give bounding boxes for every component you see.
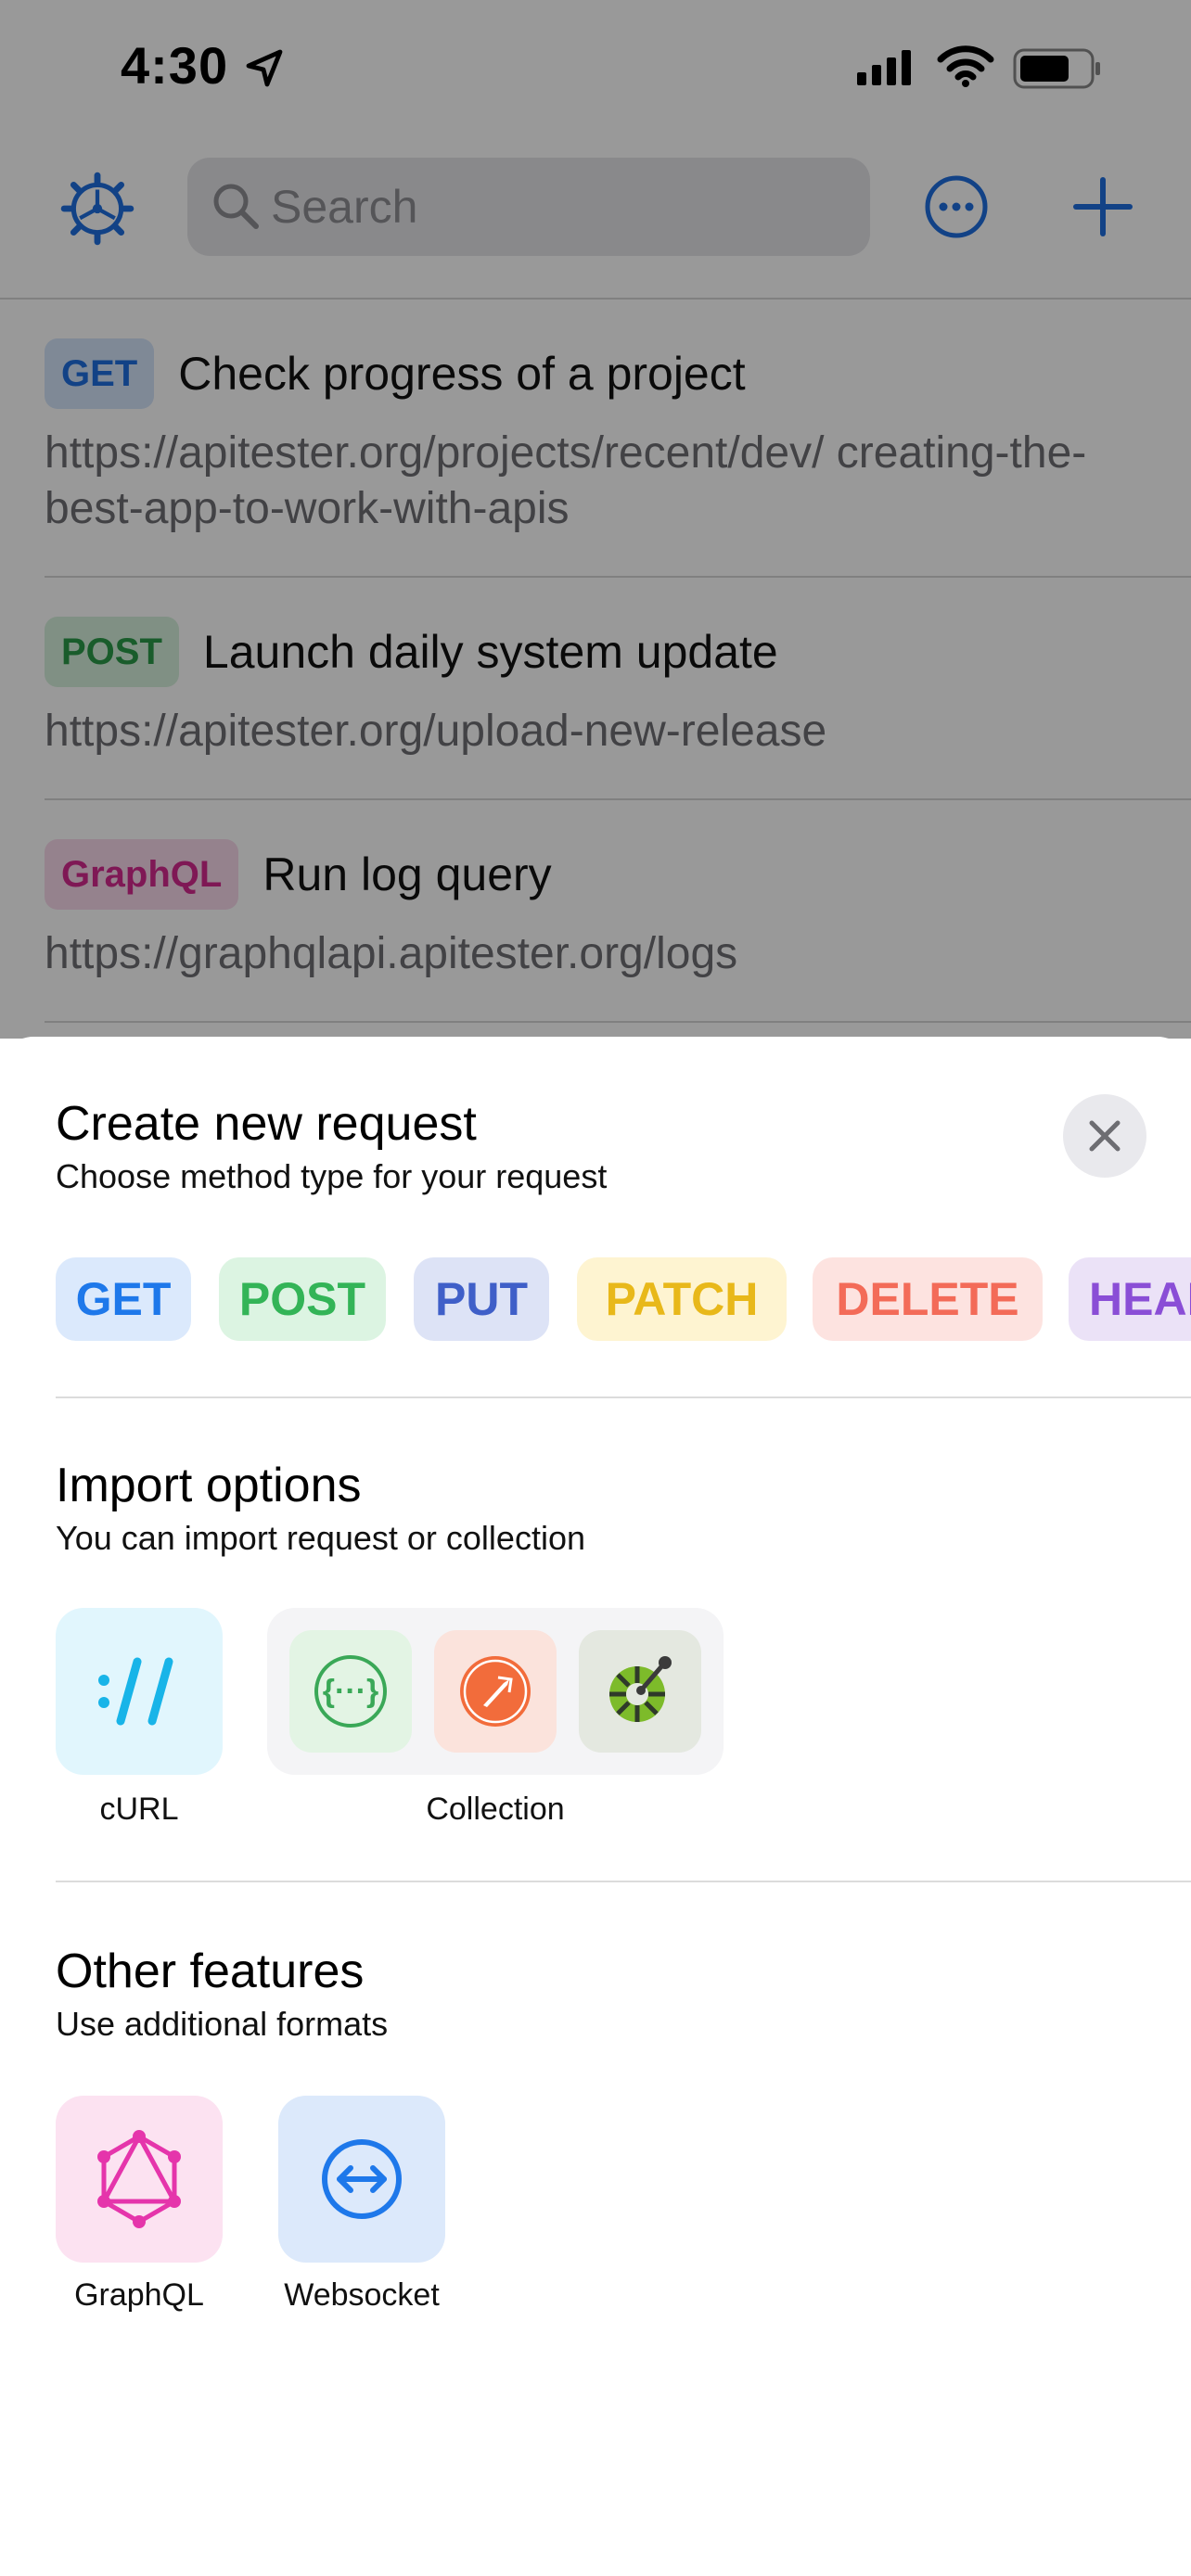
method-patch-button[interactable]: PATCH (577, 1257, 787, 1341)
curl-import-button[interactable] (56, 1608, 223, 1775)
websocket-label: Websocket (284, 2277, 440, 2313)
modal-backdrop[interactable] (0, 0, 1191, 1039)
sheet-title: Create new request (56, 1097, 477, 1151)
svg-text:{···}: {···} (323, 1674, 378, 1709)
section-divider (56, 1881, 1191, 1882)
method-delete-button[interactable]: DELETE (813, 1257, 1043, 1341)
method-post-button[interactable]: POST (219, 1257, 386, 1341)
graphql-icon (97, 2130, 181, 2228)
sheet-subtitle: Choose method type for your request (56, 1157, 608, 1195)
close-icon (1089, 1120, 1121, 1152)
postman-import-button[interactable] (434, 1630, 557, 1753)
postman-icon (460, 1656, 531, 1727)
collection-label: Collection (426, 1792, 565, 1827)
method-head-button[interactable]: HEAD (1069, 1257, 1191, 1341)
screen: 4:30 Search GET Check progress of a proj… (0, 0, 1191, 2576)
websocket-button[interactable] (278, 2096, 445, 2263)
import-subtitle: You can import request or collection (56, 1519, 585, 1557)
websocket-icon (322, 2139, 402, 2219)
collection-import-group: {···} (267, 1608, 724, 1775)
import-title: Import options (56, 1459, 362, 1512)
curl-icon (98, 1657, 173, 1726)
openapi-icon: {···} (314, 1655, 387, 1728)
other-title: Other features (56, 1945, 365, 1998)
graphql-button[interactable] (56, 2096, 223, 2263)
curl-label: cURL (99, 1792, 179, 1827)
method-put-button[interactable]: PUT (414, 1257, 549, 1341)
method-get-button[interactable]: GET (56, 1257, 191, 1341)
graphql-label: GraphQL (74, 2277, 204, 2313)
close-button[interactable] (1063, 1094, 1146, 1178)
section-divider (56, 1396, 1191, 1398)
insomnia-import-button[interactable] (579, 1630, 701, 1753)
insomnia-icon (609, 1656, 672, 1722)
other-subtitle: Use additional formats (56, 2005, 389, 2043)
openapi-import-button[interactable]: {···} (289, 1630, 412, 1753)
method-chips: GET POST PUT PATCH DELETE HEAD (56, 1257, 1191, 1341)
create-request-sheet: Create new request Choose method type fo… (0, 1037, 1191, 2576)
